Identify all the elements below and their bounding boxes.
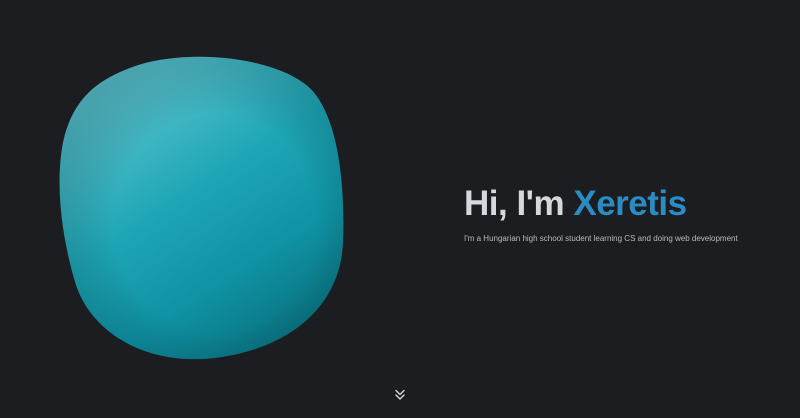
hero-section: Hi, I'm Xeretis I'm a Hungarian high sch… [464, 182, 784, 245]
hero-name: Xeretis [573, 184, 687, 223]
hero-subtitle: I'm a Hungarian high school student lear… [464, 234, 738, 243]
hero-greeting: Hi, I'm [464, 184, 574, 223]
page: Hi, I'm Xeretis I'm a Hungarian high sch… [0, 0, 800, 418]
decorative-blob [55, 52, 347, 362]
scroll-down-button[interactable] [393, 388, 407, 402]
blob-shape [59, 56, 344, 360]
double-chevron-down-icon [395, 389, 405, 400]
hero-title: Hi, I'm Xeretis [464, 182, 784, 226]
